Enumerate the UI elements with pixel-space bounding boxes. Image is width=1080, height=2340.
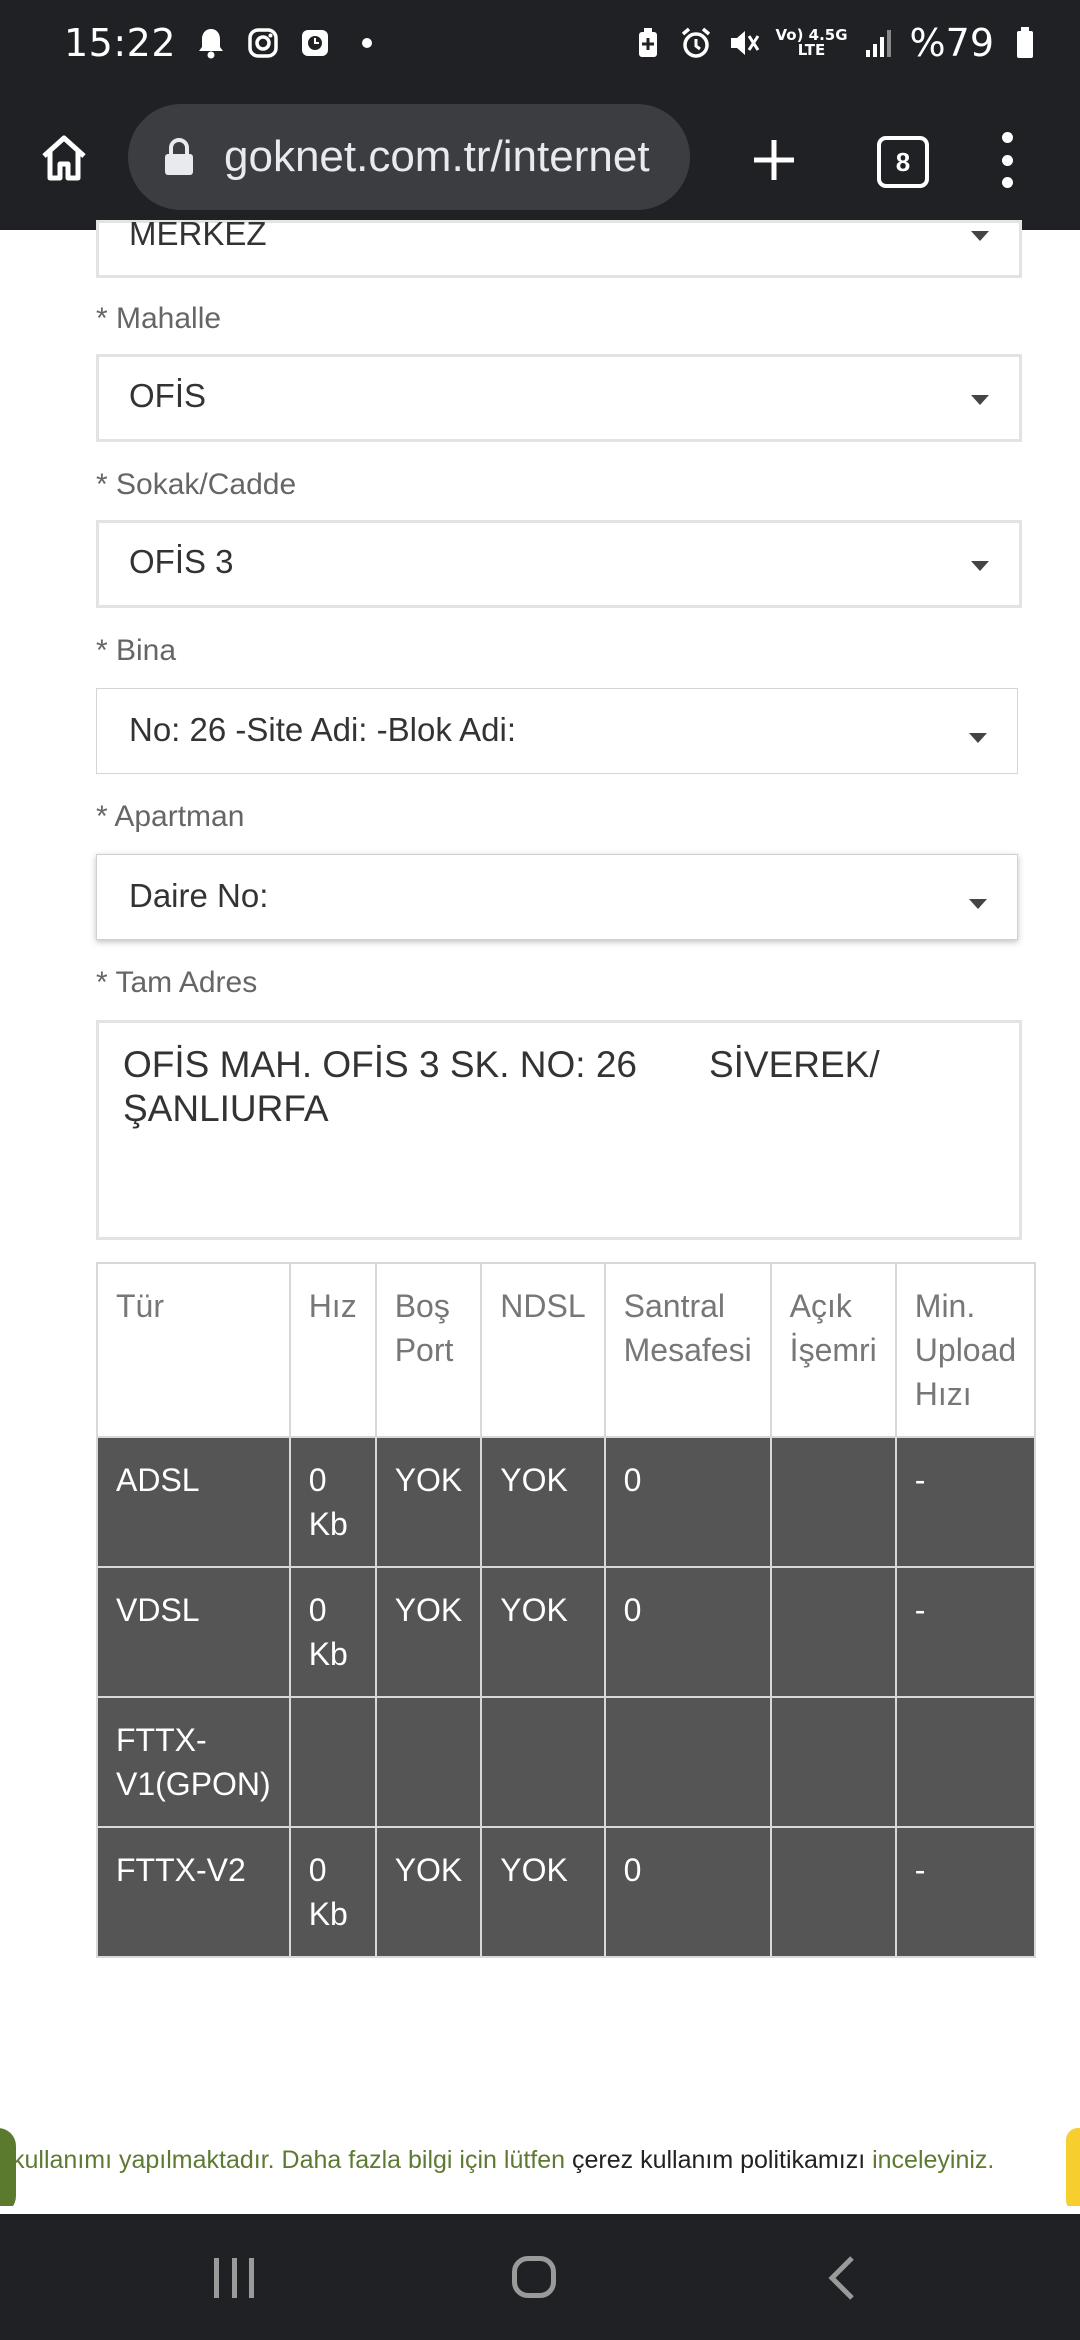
url-text: goknet.com.tr/internet (224, 132, 650, 181)
battery-percentage: %79 (909, 21, 994, 65)
chevron-down-icon (969, 899, 987, 909)
apartman-select[interactable]: Daire No: (96, 854, 1018, 940)
table-cell: YOK (374, 1826, 483, 1958)
home-icon (42, 135, 86, 181)
table-row: ADSL 0 Kb YOK YOK 0 - (96, 1436, 1037, 1568)
tab-switcher-button[interactable]: 8 (877, 136, 929, 188)
table-cell: 0 Kb (288, 1566, 377, 1698)
table-cell: 0 (603, 1436, 772, 1568)
table-cell (288, 1696, 377, 1828)
table-header-cell: Min. Upload Hızı (894, 1262, 1037, 1438)
table-cell: YOK (480, 1436, 606, 1568)
lock-icon (165, 138, 193, 175)
network-type: Vo) 4.5G LTE (775, 26, 848, 59)
table-cell: 0 (603, 1826, 772, 1958)
cookie-banner: kullanımı yapılmaktadır. Daha fazla bilg… (0, 2122, 1080, 2206)
signal-icon (862, 26, 896, 60)
home-nav-icon[interactable] (512, 2256, 556, 2298)
system-nav-bar (0, 2214, 1080, 2340)
instagram-icon (246, 26, 280, 60)
battery-saver-icon (631, 26, 665, 60)
table-cell (769, 1566, 897, 1698)
chevron-down-icon (971, 395, 989, 405)
mahalle-label: * Mahalle (96, 302, 222, 335)
browser-toolbar: goknet.com.tr/internet 8 (0, 86, 1080, 230)
cookie-text: kullanımı yapılmaktadır. Daha fazla bilg… (12, 2146, 995, 2174)
apartman-select-value: Daire No: (129, 877, 269, 914)
status-time: 15:22 (64, 21, 177, 65)
table-cell: - (894, 1826, 1037, 1958)
table-cell (894, 1696, 1037, 1828)
mute-icon (727, 26, 761, 60)
table-row: VDSL 0 Kb YOK YOK 0 - (96, 1566, 1037, 1698)
table-cell: - (894, 1436, 1037, 1568)
table-header-cell: Hız (288, 1262, 377, 1438)
table-cell (480, 1696, 606, 1828)
home-button[interactable] (30, 124, 98, 192)
plus-icon (754, 140, 794, 180)
table-cell: YOK (374, 1436, 483, 1568)
sokak-select[interactable]: OFİS 3 (96, 520, 1022, 608)
table-cell: YOK (480, 1566, 606, 1698)
alarm-icon (679, 26, 713, 60)
table-header-cell: Santral Mesafesi (603, 1262, 772, 1438)
dot-icon (350, 26, 384, 60)
recent-apps-icon[interactable] (214, 2258, 254, 2298)
table-cell: YOK (374, 1566, 483, 1698)
table-cell (769, 1826, 897, 1958)
availability-table: Tür Hız Boş Port NDSL Santral Mesafesi A… (96, 1262, 1037, 1958)
bina-label: * Bina (96, 634, 177, 667)
chevron-down-icon (969, 733, 987, 743)
mahalle-select-value: OFİS (129, 377, 207, 414)
chevron-down-icon (971, 561, 989, 571)
bina-select[interactable]: No: 26 -Site Adi: -Blok Adi: (96, 688, 1018, 774)
ilce-select-value: MERKEZ (129, 215, 267, 252)
url-bar[interactable]: goknet.com.tr/internet (128, 104, 690, 210)
table-cell: 0 Kb (288, 1436, 377, 1568)
sokak-select-value: OFİS 3 (129, 543, 234, 580)
back-icon[interactable] (822, 2254, 862, 2302)
tam-adres-textarea[interactable]: OFİS MAH. OFİS 3 SK. NO: 26 SİVEREK/ ŞAN… (96, 1020, 1022, 1240)
table-cell (769, 1696, 897, 1828)
cookie-accept-button[interactable] (1066, 2128, 1080, 2206)
table-cell (603, 1696, 772, 1828)
tam-adres-label: * Tam Adres (96, 966, 258, 999)
chevron-down-icon (971, 231, 989, 241)
table-cell: 0 (603, 1566, 772, 1698)
ilce-select[interactable]: MERKEZ (96, 215, 1022, 278)
tam-adres-value: OFİS MAH. OFİS 3 SK. NO: 26 SİVEREK/ ŞAN… (123, 1044, 890, 1129)
table-header-cell: Boş Port (374, 1262, 483, 1438)
table-row: FTTX-V2 0 Kb YOK YOK 0 - (96, 1826, 1037, 1958)
table-header-row: Tür Hız Boş Port NDSL Santral Mesafesi A… (96, 1262, 1037, 1438)
cookie-policy-link[interactable]: çerez kullanım politikamızı (572, 2146, 865, 2174)
table-cell: - (894, 1566, 1037, 1698)
table-cell: FTTX-V1(GPON) (96, 1696, 291, 1828)
sokak-label: * Sokak/Cadde (96, 468, 297, 501)
table-cell (374, 1696, 483, 1828)
status-bar: 15:22 Vo) 4.5G LTE %79 (0, 0, 1080, 86)
table-header-cell: Tür (96, 1262, 291, 1438)
bina-select-value: No: 26 -Site Adi: -Blok Adi: (129, 711, 517, 748)
battery-icon (1008, 26, 1042, 60)
apartman-label: * Apartman (96, 800, 245, 833)
table-cell: 0 Kb (288, 1826, 377, 1958)
table-cell: YOK (480, 1826, 606, 1958)
table-cell (769, 1436, 897, 1568)
table-header-cell: Açık İşemri (769, 1262, 897, 1438)
new-tab-button[interactable] (740, 126, 808, 194)
bell-icon (194, 26, 228, 60)
table-header-cell: NDSL (480, 1262, 606, 1438)
table-cell: ADSL (96, 1436, 291, 1568)
mahalle-select[interactable]: OFİS (96, 354, 1022, 442)
table-cell: VDSL (96, 1566, 291, 1698)
table-cell: FTTX-V2 (96, 1826, 291, 1958)
overflow-menu-icon[interactable] (982, 126, 1032, 194)
table-row: FTTX-V1(GPON) (96, 1696, 1037, 1828)
app-icon (298, 26, 332, 60)
